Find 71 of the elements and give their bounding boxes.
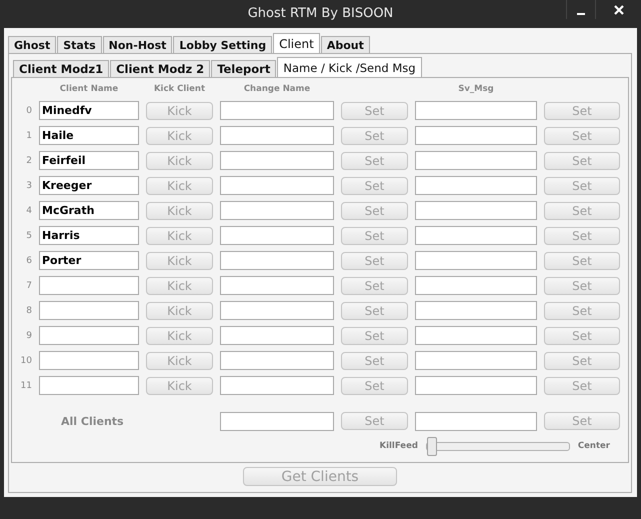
- tab[interactable]: Teleport: [211, 60, 276, 77]
- input-field[interactable]: [415, 226, 537, 245]
- row-number: 3: [25, 180, 32, 190]
- tab[interactable]: Client Modz1: [13, 60, 110, 77]
- input-field[interactable]: [415, 126, 537, 145]
- all-clients-label: All Clients: [60, 414, 125, 428]
- input-field[interactable]: Harris: [39, 226, 139, 245]
- killfeed-label: KillFeed: [380, 441, 418, 451]
- input-field[interactable]: Kreeger: [39, 176, 139, 195]
- input-field[interactable]: [415, 201, 537, 220]
- row-number: 10: [20, 356, 32, 366]
- input-field[interactable]: McGrath: [39, 201, 139, 220]
- input-field[interactable]: [220, 176, 334, 195]
- row-number: 1: [25, 130, 32, 140]
- row-number: 2: [25, 156, 32, 166]
- tab[interactable]: Client Modz 2: [110, 60, 210, 77]
- input-field[interactable]: [39, 276, 139, 295]
- tab[interactable]: Stats: [57, 36, 102, 53]
- input-field[interactable]: Feirfeil: [39, 151, 139, 170]
- input-field[interactable]: [220, 326, 334, 345]
- column-header: Kick Client: [152, 84, 206, 94]
- input-field[interactable]: [39, 351, 139, 370]
- column-header: Change Name: [242, 84, 312, 94]
- input-field[interactable]: [220, 351, 334, 370]
- input-field[interactable]: [220, 276, 334, 295]
- input-field[interactable]: [415, 412, 537, 430]
- input-field[interactable]: [220, 251, 334, 270]
- input-field[interactable]: [415, 326, 537, 345]
- input-field[interactable]: [39, 376, 139, 395]
- input-field[interactable]: [220, 101, 334, 120]
- input-field[interactable]: [220, 412, 334, 430]
- input-field[interactable]: [415, 351, 537, 370]
- row-number: 11: [20, 380, 32, 390]
- row-number: 8: [25, 306, 32, 316]
- input-field[interactable]: [220, 376, 334, 395]
- row-number: 5: [25, 230, 32, 240]
- row-number: 4: [25, 206, 32, 216]
- tab[interactable]: Ghost: [8, 36, 56, 53]
- input-field[interactable]: [39, 301, 139, 320]
- close-icon: [612, 4, 624, 16]
- slider-thumb[interactable]: [426, 436, 437, 456]
- tab[interactable]: Non-Host: [102, 36, 172, 53]
- input-field[interactable]: [220, 151, 334, 170]
- row-number: 0: [25, 106, 32, 116]
- input-field[interactable]: [415, 251, 537, 270]
- tab[interactable]: Client: [273, 33, 320, 53]
- input-field[interactable]: [39, 326, 139, 345]
- input-field[interactable]: [220, 301, 334, 320]
- center-label: Center: [578, 441, 610, 451]
- row-number: 9: [25, 330, 32, 340]
- input-field[interactable]: [415, 276, 537, 295]
- input-field[interactable]: [415, 151, 537, 170]
- tab[interactable]: About: [320, 36, 370, 53]
- input-field[interactable]: [415, 301, 537, 320]
- column-header: Sv_Msg: [457, 84, 495, 94]
- input-field[interactable]: Porter: [39, 251, 139, 270]
- tab[interactable]: Name / Kick /Send Msg: [277, 57, 422, 77]
- input-field[interactable]: Haile: [39, 126, 139, 145]
- row-number: 6: [25, 256, 32, 266]
- input-field[interactable]: Minedfv: [39, 101, 139, 120]
- input-field[interactable]: [220, 226, 334, 245]
- input-field[interactable]: [415, 101, 537, 120]
- tab[interactable]: Lobby Setting: [173, 36, 272, 53]
- row-number: 7: [25, 280, 32, 290]
- minimize-icon: [576, 12, 584, 14]
- column-header: Client Name: [58, 84, 120, 94]
- input-field[interactable]: [415, 376, 537, 395]
- input-field[interactable]: [415, 176, 537, 195]
- input-field[interactable]: [220, 201, 334, 220]
- window-title: Ghost RTM By BISOON: [248, 6, 394, 20]
- input-field[interactable]: [220, 126, 334, 145]
